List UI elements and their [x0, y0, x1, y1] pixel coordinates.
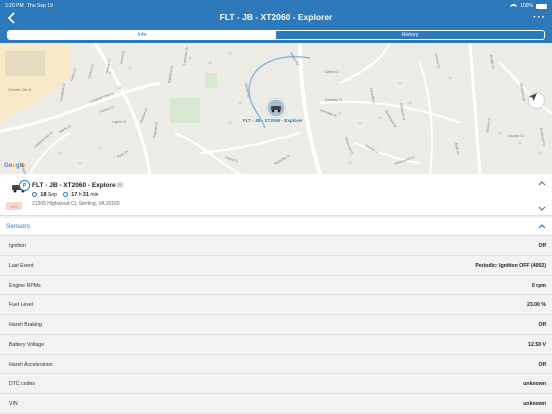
- vehicle-icon: [266, 98, 286, 118]
- vehicle-tag: XL: [116, 182, 125, 188]
- google-logo: Google: [4, 163, 25, 169]
- navigation-header: 3:20 PM Thu Sep 19 100% FLT - JB - XT206…: [0, 0, 552, 46]
- sensor-label: Ignition: [9, 243, 26, 249]
- parked-duration: 17 h 31 min: [62, 192, 98, 198]
- sensor-value: 0 rpm: [531, 282, 546, 289]
- wifi-icon: [510, 3, 518, 9]
- status-time: 3:20 PM: [5, 3, 24, 9]
- sensor-label: Battery Voltage: [9, 341, 45, 348]
- chevron-up-icon: [538, 224, 546, 229]
- sensor-value: Periodic: Ignition OFF (4002): [475, 262, 546, 269]
- sensor-label: Last Event: [9, 262, 34, 269]
- more-button[interactable]: ···: [533, 12, 546, 23]
- sensor-label: Engine RPMs: [9, 282, 41, 289]
- status-indicators: 100%: [510, 3, 547, 9]
- segmented-control: Info History: [7, 30, 545, 40]
- more-icon: ···: [533, 12, 546, 23]
- sensor-row-dtc-codes: DTC codes unknown: [0, 374, 552, 394]
- sensor-row-engine-rpms: Engine RPMs 0 rpm: [0, 275, 552, 296]
- sensor-label: Harsh Braking: [9, 322, 42, 328]
- status-bar: 3:20 PM Thu Sep 19 100%: [0, 0, 552, 11]
- sensor-value: Off: [538, 361, 547, 368]
- street-label: Carolyn Ct: [508, 134, 524, 138]
- sensors-title: Sensors: [6, 223, 30, 230]
- sensors-section-header[interactable]: Sensors: [0, 218, 552, 236]
- parked-badge: P: [19, 180, 30, 191]
- sensor-label: Harsh Acceleration: [9, 361, 53, 368]
- clock-icon: [32, 192, 37, 198]
- tab-history[interactable]: History: [276, 31, 544, 39]
- vehicle-card[interactable]: P FLT - JB - XT2060 - Explorer XL 18 Sep…: [0, 174, 552, 216]
- vehicle-marker[interactable]: [266, 98, 286, 118]
- sensor-value: 23.00 %: [526, 302, 546, 309]
- sensor-list: Ignition Off Last Event Periodic: Igniti…: [0, 236, 552, 414]
- vehicle-title: FLT - JB - XT2060 - Explorer: [32, 182, 119, 189]
- tab-info[interactable]: Info: [8, 31, 276, 39]
- sensor-label: Fuel Level: [9, 302, 33, 309]
- sensor-row-fuel-level: Fuel Level 23.00 %: [0, 295, 552, 315]
- sensor-row-harsh-acceleration: Harsh Acceleration Off: [0, 354, 552, 375]
- sensor-row-harsh-braking: Harsh Braking Off: [0, 315, 552, 335]
- sensor-label: VIN: [9, 401, 18, 407]
- sensor-row-ignition: Ignition Off: [0, 236, 552, 256]
- battery-percent: 100%: [520, 3, 533, 9]
- last-seen-date: 18 Sep: [32, 192, 57, 198]
- sensor-value: unknown: [523, 401, 546, 407]
- page-title: FLT - JB - XT2060 - Explorer: [219, 12, 333, 22]
- vehicle-marker-label: FLT - JB - XT2060 - Explorer: [243, 118, 303, 123]
- sensor-value: 12.50 V: [528, 341, 546, 348]
- sensor-row-battery-voltage: Battery Voltage 12.50 V: [0, 334, 552, 355]
- street-label: Chesnut Oak Ct: [8, 88, 32, 92]
- chevron-up-icon[interactable]: [538, 180, 546, 186]
- sensor-value: unknown: [523, 381, 546, 388]
- vehicle-address: 21305 Highwood Ct, Sterling, VA 20165: [32, 201, 120, 207]
- street-label: Lupine Ct: [112, 120, 126, 124]
- street-label: Dahlia Ct: [325, 70, 339, 74]
- locate-button[interactable]: [529, 93, 544, 108]
- status-date: Thu Sep 19: [27, 3, 53, 9]
- vehicle-info: 18 Sep 17 h 31 min: [32, 192, 98, 198]
- navigation-arrow-icon: [529, 93, 537, 101]
- sensor-value: Off: [538, 322, 547, 328]
- sensor-row-last-event: Last Event Periodic: Ignition OFF (4002): [0, 255, 552, 276]
- timer-icon: [62, 192, 68, 198]
- chevron-down-icon[interactable]: [538, 206, 546, 212]
- sensor-label: DTC codes: [9, 381, 35, 388]
- battery-icon: [536, 3, 547, 9]
- sensor-value: Off: [538, 243, 547, 249]
- street-label: Kennedy Ct: [325, 98, 342, 102]
- time-badge: 1 h: [6, 202, 22, 210]
- sensor-row-vin: VIN unknown: [0, 394, 552, 414]
